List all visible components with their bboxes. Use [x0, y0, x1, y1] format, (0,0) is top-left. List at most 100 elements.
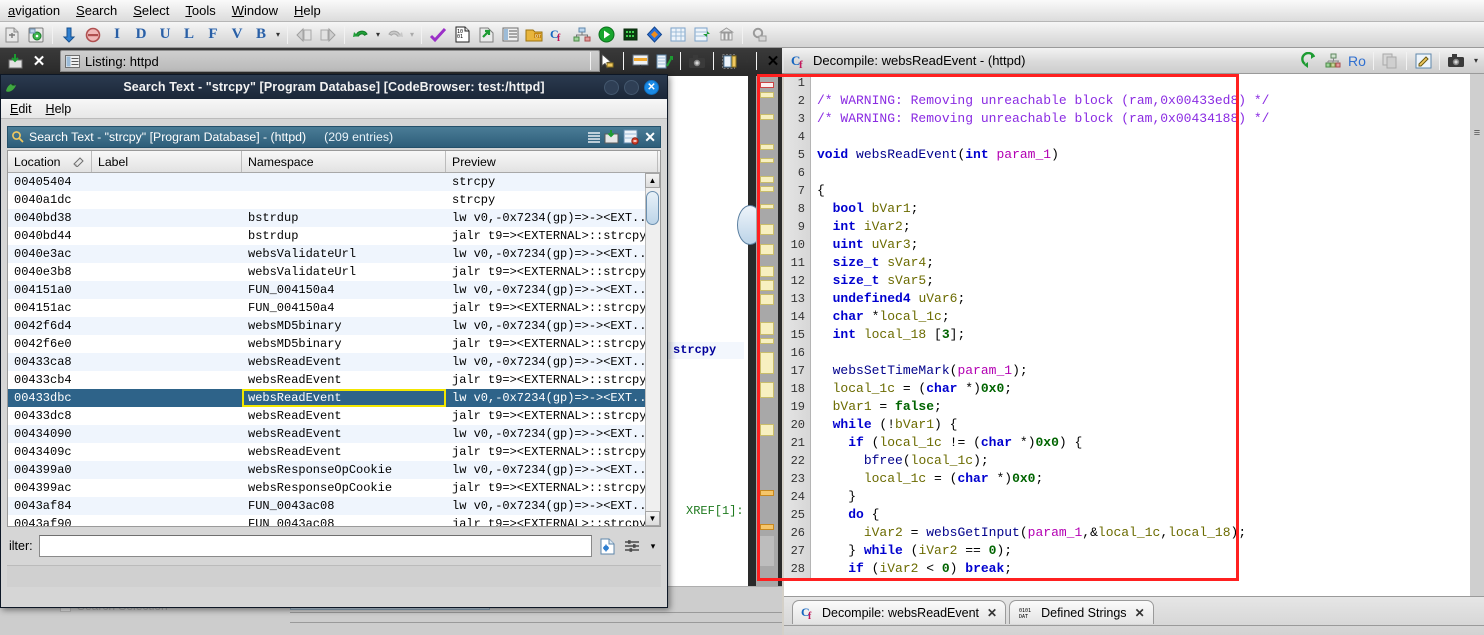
table-row[interactable]: 00433dbc websReadEvent lw v0,-0x7234(gp)=>…	[8, 389, 660, 407]
tab-icon[interactable]	[719, 50, 741, 72]
cursor-icon[interactable]	[596, 50, 618, 72]
dialog-menu-edit[interactable]: Edit	[3, 101, 39, 117]
code-line[interactable]: 14 char *local_1c;	[784, 308, 1484, 326]
code-line[interactable]: 9 int iVar2;	[784, 218, 1484, 236]
listing-tab[interactable]: Listing: httpd	[60, 50, 600, 72]
code-line[interactable]: 28 if (iVar2 < 0) break;	[784, 560, 1484, 578]
code-line[interactable]: 18 local_1c = (char *)0x0;	[784, 380, 1484, 398]
data-type-icon[interactable]: DT	[523, 24, 545, 46]
code-line[interactable]: 26 iVar2 = websGetInput(param_1,&local_1…	[784, 524, 1484, 542]
table-row[interactable]: 0042f6d4 websMD5binary lw v0,-0x7234(gp)=>…	[8, 317, 660, 335]
code-line[interactable]: 15 int local_18 [3];	[784, 326, 1484, 344]
dropdown-arrow-icon[interactable]: ▾	[1468, 56, 1484, 65]
diff-icon[interactable]	[643, 24, 665, 46]
decompiler-code-panel[interactable]: 1 2 /* WARNING: Removing unreachable block…	[784, 74, 1484, 596]
letter-B-icon[interactable]: B	[250, 24, 272, 46]
code-line[interactable]: 22 bfree(local_1c);	[784, 452, 1484, 470]
table-row[interactable]: 0040bd44 bstrdup jalr t9=><EXTERNAL>::strc…	[8, 227, 660, 245]
binary-data-icon[interactable]: 10 01	[451, 24, 473, 46]
close-icon[interactable]: ✕	[1135, 606, 1145, 620]
code-line[interactable]: 25 do {	[784, 506, 1484, 524]
column-header-preview[interactable]: Preview	[446, 151, 658, 172]
table-row[interactable]: 00433dc8 websReadEvent jalr t9=><EXTERNAL>…	[8, 407, 660, 425]
table-row[interactable]: 0042f6e0 websMD5binary jalr t9=><EXTERNAL>…	[8, 335, 660, 353]
dropdown-arrow-icon[interactable]: ▾	[647, 536, 659, 556]
listing-icon[interactable]	[499, 24, 521, 46]
no-entry-icon[interactable]	[82, 24, 104, 46]
toggle-fields-icon[interactable]	[629, 50, 651, 72]
code-line[interactable]: 10 uint uVar3;	[784, 236, 1484, 254]
results-table[interactable]: Location Label Namespace Preview 0040540…	[7, 150, 661, 527]
filter-options-icon[interactable]	[597, 536, 617, 556]
undo-icon[interactable]	[350, 24, 372, 46]
code-line[interactable]: 17 websSetTimeMark(param_1);	[784, 362, 1484, 380]
code-line[interactable]: 3 /* WARNING: Removing unreachable block …	[784, 110, 1484, 128]
checkmark-icon[interactable]	[427, 24, 449, 46]
table-vscroll-thumb[interactable]	[646, 191, 659, 225]
code-line[interactable]: 24 }	[784, 488, 1484, 506]
menu-lines-icon[interactable]	[587, 130, 601, 144]
table-scroll-up-button[interactable]: ▲	[645, 173, 660, 188]
dropdown-arrow-icon[interactable]: ▾	[742, 57, 752, 66]
menu-avigation[interactable]: avigation	[0, 1, 68, 20]
make-selection-icon[interactable]	[604, 129, 620, 145]
menu-help[interactable]: Help	[286, 1, 329, 20]
remove-items-icon[interactable]	[623, 129, 639, 145]
code-line[interactable]: 1	[784, 74, 1484, 92]
code-line[interactable]: 27 } while (iVar2 == 0);	[784, 542, 1484, 560]
program-disk-icon[interactable]	[25, 24, 47, 46]
code-line[interactable]: 16	[784, 344, 1484, 362]
table-row[interactable]: 004399a0 websResponseOpCookie lw v0,-0x723…	[8, 461, 660, 479]
table-row[interactable]: 00434090 websReadEvent lw v0,-0x7234(gp)=>…	[8, 425, 660, 443]
code-line[interactable]: 11 size_t sVar4;	[784, 254, 1484, 272]
menu-window[interactable]: Window	[224, 1, 286, 20]
table-row[interactable]: 00405404 strcpy	[8, 173, 660, 191]
maximize-button[interactable]	[624, 79, 639, 95]
letter-dropdown-arrow-icon[interactable]: ▾	[273, 30, 283, 39]
code-line[interactable]: 8 bool bVar1;	[784, 200, 1484, 218]
search-text-dialog[interactable]: Search Text - "strcpy" [Program Database…	[0, 74, 668, 608]
refresh-icon[interactable]	[1298, 50, 1320, 72]
close-icon[interactable]: ✕	[28, 50, 50, 72]
filter-input[interactable]	[38, 535, 592, 557]
letter-F-icon[interactable]: F	[202, 24, 224, 46]
close-icon[interactable]: ✕	[644, 129, 656, 146]
code-line[interactable]: 12 size_t sVar5;	[784, 272, 1484, 290]
code-line[interactable]: 21 if (local_1c != (char *)0x0) {	[784, 434, 1484, 452]
listing-marker-strip[interactable]	[756, 76, 778, 601]
code-line[interactable]: 23 local_1c = (char *)0x0;	[784, 470, 1484, 488]
edit-icon[interactable]	[1412, 50, 1434, 72]
export-icon[interactable]	[475, 24, 497, 46]
table-row[interactable]: 0043af90 FUN_0043ac08 jalr t9=><EXTERNAL>:…	[8, 515, 660, 526]
table-row[interactable]: 0040bd38 bstrdup lw v0,-0x7234(gp)=>-><EXT…	[8, 209, 660, 227]
close-icon[interactable]: ✕	[987, 606, 997, 620]
code-line[interactable]: 13 undefined4 uVar6;	[784, 290, 1484, 308]
letter-I-icon[interactable]: I	[106, 24, 128, 46]
snapshot-icon[interactable]	[686, 50, 708, 72]
table-row[interactable]: 004399ac websResponseOpCookie jalr t9=><EX…	[8, 479, 660, 497]
tab-decompile-websreadevent[interactable]: Cf Decompile: websReadEvent ✕	[792, 600, 1007, 624]
function-graph-icon[interactable]	[571, 24, 593, 46]
memory-icon[interactable]	[619, 24, 641, 46]
table-scroll-down-button[interactable]: ▼	[645, 511, 660, 526]
column-header-label[interactable]: Label	[92, 151, 242, 172]
filter-settings-icon[interactable]	[622, 536, 642, 556]
function-graph-icon[interactable]	[1322, 50, 1344, 72]
table-row[interactable]: 00433cb4 websReadEvent jalr t9=><EXTERNAL>…	[8, 371, 660, 389]
table-row[interactable]: 0043af84 FUN_0043ac08 lw v0,-0x7234(gp)=>-…	[8, 497, 660, 515]
letter-L-icon[interactable]: L	[178, 24, 200, 46]
diff-icon[interactable]	[653, 50, 675, 72]
letter-U-icon[interactable]: U	[154, 24, 176, 46]
import-icon[interactable]	[1, 24, 23, 46]
snapshot-icon[interactable]	[1445, 50, 1467, 72]
code-line[interactable]: 19 bVar1 = false;	[784, 398, 1484, 416]
column-header-location[interactable]: Location	[8, 151, 92, 172]
dialog-titlebar[interactable]: Search Text - "strcpy" [Program Database…	[1, 75, 667, 99]
letter-V-icon[interactable]: V	[226, 24, 248, 46]
table-row[interactable]: 0043409c websReadEvent jalr t9=><EXTERNAL>…	[8, 443, 660, 461]
menu-search[interactable]: Search	[68, 1, 125, 20]
menu-select[interactable]: Select	[125, 1, 177, 20]
table-row[interactable]: 00433ca8 websReadEvent lw v0,-0x7234(gp)=>…	[8, 353, 660, 371]
letter-D-icon[interactable]: D	[130, 24, 152, 46]
table-row[interactable]: 004151a0 FUN_004150a4 lw v0,-0x7234(gp)=>-…	[8, 281, 660, 299]
